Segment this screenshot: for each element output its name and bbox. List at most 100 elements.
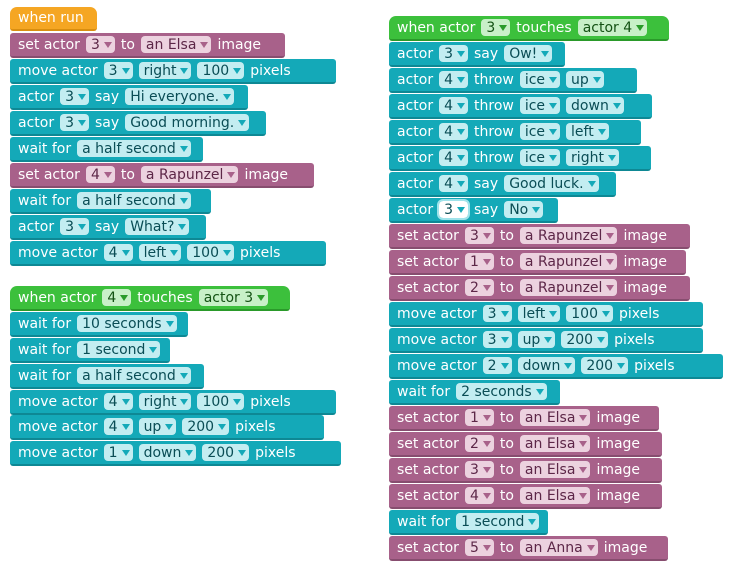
direction-dropdown[interactable]: up xyxy=(566,71,604,88)
wait-for-block[interactable]: wait for a half second xyxy=(10,189,211,214)
move-actor-block[interactable]: move actor 1 down 200 pixels xyxy=(10,441,341,466)
distance-dropdown[interactable]: 200 xyxy=(202,444,250,461)
set-actor-image-block[interactable]: set actor 3 to a Rapunzel image xyxy=(389,224,690,249)
duration-dropdown[interactable]: a half second xyxy=(77,140,191,157)
set-actor-image-block[interactable]: set actor 4 to an Elsa image xyxy=(389,484,662,509)
speech-dropdown[interactable]: Good luck. xyxy=(504,175,599,192)
actor-say-block[interactable]: actor 3 say Ow! xyxy=(389,42,565,67)
actor-number-dropdown[interactable]: 4 xyxy=(439,175,469,192)
distance-dropdown[interactable]: 100 xyxy=(197,393,245,410)
image-dropdown[interactable]: a Rapunzel xyxy=(140,166,239,183)
wait-for-block[interactable]: wait for 1 second xyxy=(389,510,548,535)
target-actor-dropdown[interactable]: actor 4 xyxy=(577,19,648,36)
distance-dropdown[interactable]: 100 xyxy=(197,62,245,79)
direction-dropdown[interactable]: down xyxy=(566,97,624,114)
actor-number-dropdown[interactable]: 3 xyxy=(60,218,90,235)
move-actor-block[interactable]: move actor 4 up 200 pixels xyxy=(10,415,324,440)
image-dropdown[interactable]: a Rapunzel xyxy=(519,253,618,270)
direction-dropdown[interactable]: left xyxy=(138,244,182,261)
actor-throw-block[interactable]: actor 4 throw ice right xyxy=(389,146,651,171)
actor-say-block[interactable]: actor 3 say Good morning. xyxy=(10,111,266,136)
distance-dropdown[interactable]: 200 xyxy=(182,418,230,435)
move-actor-block[interactable]: move actor 2 down 200 pixels xyxy=(389,354,723,379)
projectile-dropdown[interactable]: ice xyxy=(519,149,561,166)
actor-number-dropdown[interactable]: 3 xyxy=(60,88,90,105)
actor-number-dropdown[interactable]: 4 xyxy=(103,418,133,435)
when-actor-touches-hat-block[interactable]: when actor 4 touches actor 3 xyxy=(10,286,290,311)
projectile-dropdown[interactable]: ice xyxy=(519,97,561,114)
when-actor-touches-hat-block[interactable]: when actor 3 touches actor 4 xyxy=(389,16,669,41)
actor-number-dropdown[interactable]: 4 xyxy=(439,123,469,140)
duration-dropdown[interactable]: 10 seconds xyxy=(77,315,177,332)
actor-number-dropdown[interactable]: 3 xyxy=(60,114,90,131)
direction-dropdown[interactable]: right xyxy=(138,62,192,79)
image-dropdown[interactable]: an Elsa xyxy=(140,36,212,53)
wait-for-block[interactable]: wait for a half second xyxy=(10,137,203,162)
direction-dropdown[interactable]: left xyxy=(566,123,609,140)
direction-dropdown[interactable]: left xyxy=(517,305,561,322)
actor-number-dropdown[interactable]: 4 xyxy=(102,289,132,306)
move-actor-block[interactable]: move actor 3 up 200 pixels xyxy=(389,328,703,353)
actor-number-dropdown[interactable]: 2 xyxy=(464,279,494,296)
direction-dropdown[interactable]: up xyxy=(138,418,177,435)
actor-throw-block[interactable]: actor 4 throw ice up xyxy=(389,68,637,93)
projectile-dropdown[interactable]: ice xyxy=(519,71,561,88)
image-dropdown[interactable]: an Elsa xyxy=(519,461,591,478)
actor-number-dropdown[interactable]: 1 xyxy=(464,409,494,426)
actor-number-dropdown[interactable]: 3 xyxy=(437,199,471,220)
direction-dropdown[interactable]: up xyxy=(517,331,556,348)
actor-number-dropdown[interactable]: 3 xyxy=(464,461,494,478)
actor-number-dropdown[interactable]: 4 xyxy=(439,71,469,88)
actor-say-block[interactable]: actor 3 say What? xyxy=(10,215,206,240)
actor-number-dropdown[interactable]: 4 xyxy=(464,487,494,504)
set-actor-image-block[interactable]: set actor 1 to a Rapunzel image xyxy=(389,250,686,275)
set-actor-image-block[interactable]: set actor 5 to an Anna image xyxy=(389,536,668,561)
actor-number-dropdown[interactable]: 3 xyxy=(481,19,511,36)
actor-number-dropdown[interactable]: 4 xyxy=(85,166,115,183)
move-actor-block[interactable]: move actor 4 left 100 pixels xyxy=(10,241,326,266)
actor-number-dropdown[interactable]: 1 xyxy=(464,253,494,270)
direction-dropdown[interactable]: right xyxy=(138,393,192,410)
move-actor-block[interactable]: move actor 3 right 100 pixels xyxy=(10,59,336,84)
speech-dropdown[interactable]: No xyxy=(504,201,544,218)
actor-number-dropdown[interactable]: 1 xyxy=(103,444,133,461)
set-actor-image-block[interactable]: set actor 2 to a Rapunzel image xyxy=(389,276,690,301)
move-actor-block[interactable]: move actor 4 right 100 pixels xyxy=(10,390,336,415)
image-dropdown[interactable]: an Anna xyxy=(519,539,598,556)
actor-number-dropdown[interactable]: 3 xyxy=(85,36,115,53)
distance-dropdown[interactable]: 100 xyxy=(187,244,234,261)
image-dropdown[interactable]: an Elsa xyxy=(519,409,591,426)
wait-for-block[interactable]: wait for 1 second xyxy=(10,338,170,363)
speech-dropdown[interactable]: Hi everyone. xyxy=(125,88,235,105)
actor-say-block[interactable]: actor 3 say Hi everyone. xyxy=(10,85,248,110)
move-actor-block[interactable]: move actor 3 left 100 pixels xyxy=(389,302,703,327)
target-actor-dropdown[interactable]: actor 3 xyxy=(198,289,269,306)
set-actor-image-block[interactable]: set actor 3 to an Elsa image xyxy=(10,33,285,58)
duration-dropdown[interactable]: a half second xyxy=(77,367,191,384)
direction-dropdown[interactable]: down xyxy=(138,444,197,461)
set-actor-image-block[interactable]: set actor 4 to a Rapunzel image xyxy=(10,163,314,188)
actor-number-dropdown[interactable]: 4 xyxy=(439,97,469,114)
actor-number-dropdown[interactable]: 3 xyxy=(103,62,133,79)
distance-dropdown[interactable]: 100 xyxy=(566,305,613,322)
actor-number-dropdown[interactable]: 2 xyxy=(482,357,512,374)
wait-for-block[interactable]: wait for a half second xyxy=(10,364,204,389)
actor-say-block[interactable]: actor 4 say Good luck. xyxy=(389,172,616,197)
actor-number-dropdown[interactable]: 3 xyxy=(464,227,494,244)
actor-say-block[interactable]: actor 3 say No xyxy=(389,198,558,223)
actor-number-dropdown[interactable]: 5 xyxy=(464,539,494,556)
actor-number-dropdown[interactable]: 3 xyxy=(439,45,469,62)
duration-dropdown[interactable]: 1 second xyxy=(77,341,161,358)
direction-dropdown[interactable]: down xyxy=(517,357,576,374)
actor-number-dropdown[interactable]: 2 xyxy=(464,435,494,452)
wait-for-block[interactable]: wait for 2 seconds xyxy=(389,380,560,405)
actor-throw-block[interactable]: actor 4 throw ice left xyxy=(389,120,641,145)
direction-dropdown[interactable]: right xyxy=(566,149,619,166)
set-actor-image-block[interactable]: set actor 2 to an Elsa image xyxy=(389,432,662,457)
actor-number-dropdown[interactable]: 4 xyxy=(103,393,133,410)
wait-for-block[interactable]: wait for 10 seconds xyxy=(10,312,188,337)
distance-dropdown[interactable]: 200 xyxy=(581,357,629,374)
speech-dropdown[interactable]: Ow! xyxy=(504,45,553,62)
image-dropdown[interactable]: an Elsa xyxy=(519,487,591,504)
image-dropdown[interactable]: an Elsa xyxy=(519,435,591,452)
